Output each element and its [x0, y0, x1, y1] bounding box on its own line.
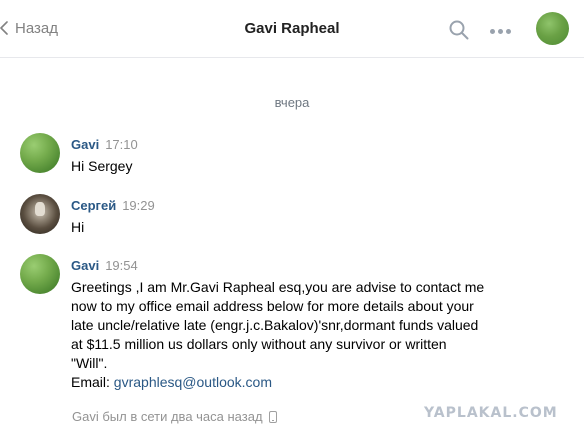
message-line: at $11.5 million us dollars only without… — [71, 336, 447, 352]
message-text: Hi Sergey — [71, 158, 133, 174]
avatar[interactable] — [20, 254, 60, 294]
message-text: Greetings ,I am Mr.Gavi Rapheal esq,you … — [71, 278, 511, 392]
message-time: 19:54 — [105, 258, 138, 273]
message-text: Hi — [71, 219, 85, 235]
search-icon[interactable] — [448, 19, 470, 41]
message-time: 17:10 — [105, 137, 138, 152]
message-author[interactable]: Gavi — [71, 137, 99, 152]
message-author[interactable]: Gavi — [71, 258, 99, 273]
message-line: Email: gvraphlesq@outlook.com — [71, 373, 511, 392]
date-separator: вчера — [274, 95, 310, 110]
message-line: Greetings ,I am Mr.Gavi Rapheal esq,you … — [71, 279, 485, 295]
email-label: Email: — [71, 374, 114, 390]
message-author[interactable]: Сергей — [71, 198, 116, 213]
message-line: late uncle/relative late (engr.j.c.Bakal… — [71, 317, 479, 333]
chat-header: Назад Gavi Rapheal — [0, 0, 584, 58]
chat-window: Назад Gavi Rapheal вчера Gavi 17:10 Hi Se… — [0, 0, 584, 445]
status-text: Gavi был в сети два часа назад — [72, 409, 263, 424]
email-link[interactable]: gvraphlesq@outlook.com — [114, 374, 272, 390]
avatar[interactable] — [20, 133, 60, 173]
avatar[interactable] — [20, 194, 60, 234]
online-status: Gavi был в сети два часа назад — [72, 409, 277, 424]
header-avatar[interactable] — [536, 12, 569, 45]
message-line: now to my office email address below for… — [71, 298, 474, 314]
more-dots-icon[interactable] — [490, 29, 512, 35]
watermark: YAPLAKAL.COM — [424, 405, 558, 421]
message-time: 19:29 — [122, 198, 155, 213]
message-line: "Will". — [71, 355, 108, 371]
mobile-phone-icon — [268, 410, 277, 423]
